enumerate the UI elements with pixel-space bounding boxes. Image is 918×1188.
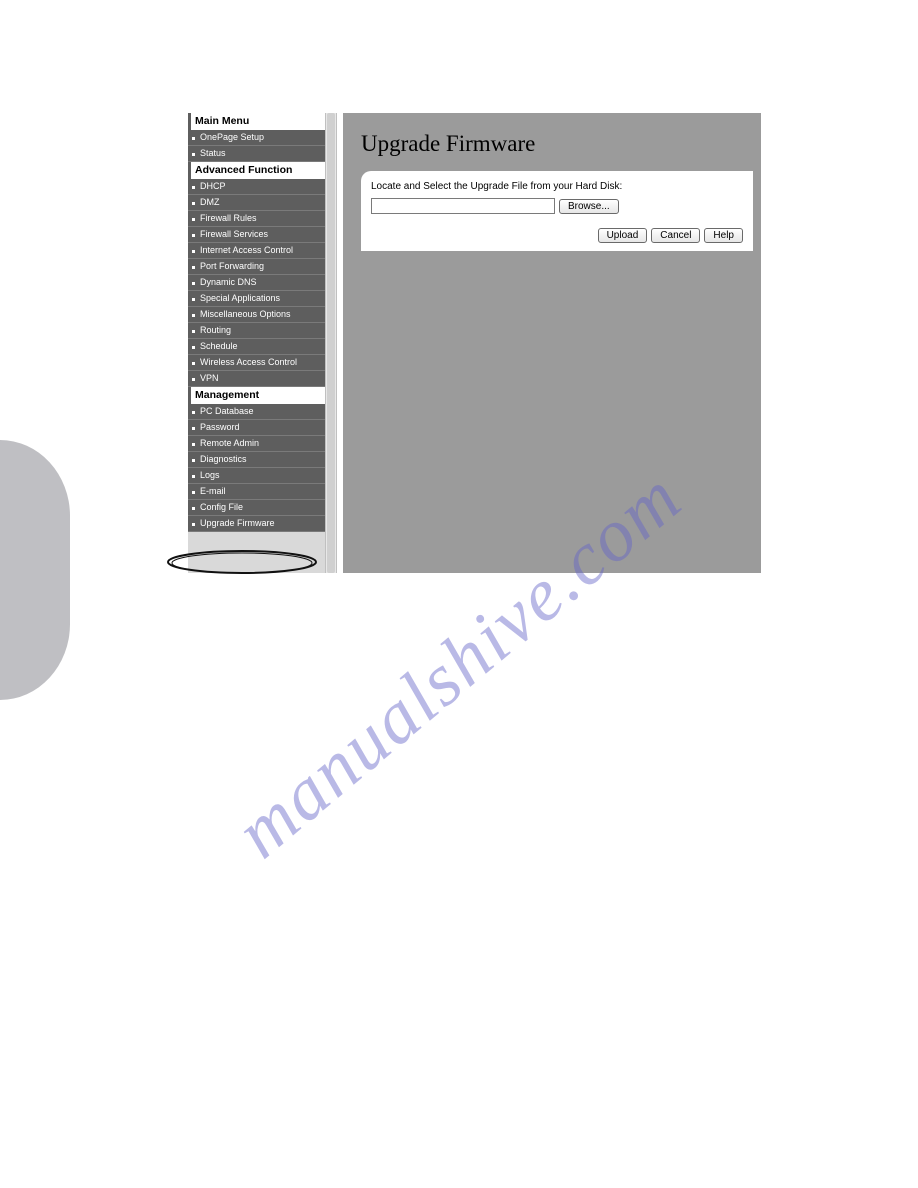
file-row: Browse...	[371, 198, 743, 214]
page-edge-tab	[0, 440, 70, 700]
sidebar-item-password[interactable]: Password	[188, 420, 325, 436]
main-content: Upgrade Firmware Locate and Select the U…	[343, 113, 761, 573]
sidebar-item-internet-access-control[interactable]: Internet Access Control	[188, 243, 325, 259]
sidebar-item-remote-admin[interactable]: Remote Admin	[188, 436, 325, 452]
sidebar-item-special-applications[interactable]: Special Applications	[188, 291, 325, 307]
sidebar-item-schedule[interactable]: Schedule	[188, 339, 325, 355]
upgrade-panel: Locate and Select the Upgrade File from …	[361, 171, 753, 251]
cancel-button[interactable]: Cancel	[651, 228, 700, 243]
sidebar: Main Menu OnePage Setup Status Advanced …	[188, 113, 325, 573]
sidebar-item-upgrade-firmware[interactable]: Upgrade Firmware	[188, 516, 325, 532]
instruction-text: Locate and Select the Upgrade File from …	[371, 181, 743, 192]
sidebar-section-main-menu: Main Menu	[188, 113, 325, 130]
sidebar-item-dhcp[interactable]: DHCP	[188, 179, 325, 195]
action-row: Upload Cancel Help	[371, 228, 743, 243]
sidebar-item-miscellaneous-options[interactable]: Miscellaneous Options	[188, 307, 325, 323]
sidebar-item-port-forwarding[interactable]: Port Forwarding	[188, 259, 325, 275]
sidebar-item-dmz[interactable]: DMZ	[188, 195, 325, 211]
sidebar-item-config-file[interactable]: Config File	[188, 500, 325, 516]
sidebar-item-status[interactable]: Status	[188, 146, 325, 162]
browse-button[interactable]: Browse...	[559, 199, 619, 214]
sidebar-item-vpn[interactable]: VPN	[188, 371, 325, 387]
file-path-input[interactable]	[371, 198, 555, 214]
sidebar-scroll-thumb[interactable]	[327, 113, 335, 573]
sidebar-section-advanced-function: Advanced Function	[188, 162, 325, 179]
sidebar-item-logs[interactable]: Logs	[188, 468, 325, 484]
sidebar-item-firewall-rules[interactable]: Firewall Rules	[188, 211, 325, 227]
sidebar-section-management: Management	[188, 387, 325, 404]
sidebar-item-pc-database[interactable]: PC Database	[188, 404, 325, 420]
sidebar-scrollbar[interactable]	[325, 113, 337, 573]
upload-button[interactable]: Upload	[598, 228, 648, 243]
help-button[interactable]: Help	[704, 228, 743, 243]
sidebar-item-firewall-services[interactable]: Firewall Services	[188, 227, 325, 243]
sidebar-item-onepage-setup[interactable]: OnePage Setup	[188, 130, 325, 146]
sidebar-item-diagnostics[interactable]: Diagnostics	[188, 452, 325, 468]
sidebar-item-dynamic-dns[interactable]: Dynamic DNS	[188, 275, 325, 291]
sidebar-item-routing[interactable]: Routing	[188, 323, 325, 339]
page-title: Upgrade Firmware	[343, 113, 761, 171]
sidebar-item-wireless-access-control[interactable]: Wireless Access Control	[188, 355, 325, 371]
sidebar-item-email[interactable]: E-mail	[188, 484, 325, 500]
router-admin-app: Main Menu OnePage Setup Status Advanced …	[188, 113, 761, 573]
